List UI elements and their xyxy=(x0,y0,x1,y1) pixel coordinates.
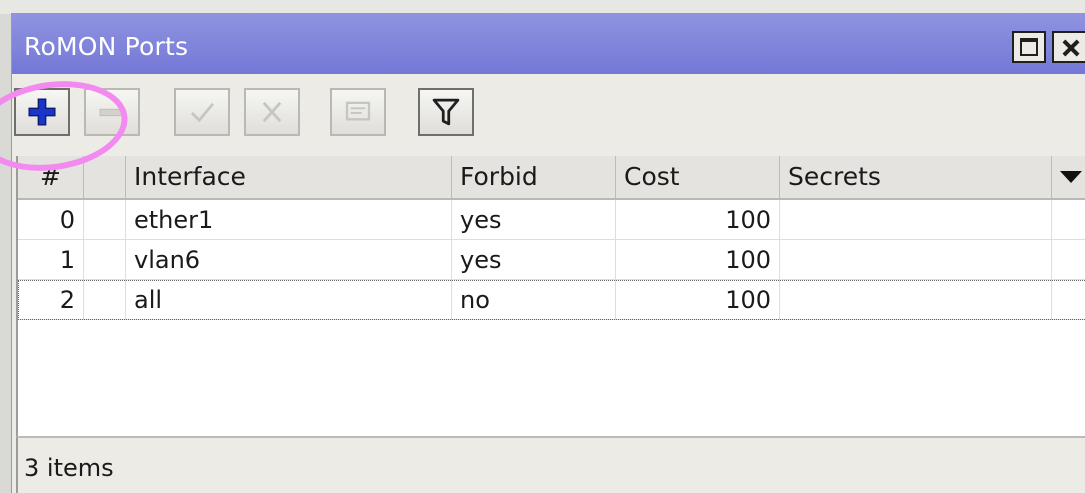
row-number: 2 xyxy=(18,280,84,320)
column-header-secrets[interactable]: Secrets xyxy=(780,156,1052,198)
minus-icon xyxy=(99,108,125,117)
column-header-cost[interactable]: Cost xyxy=(616,156,780,198)
title-bar[interactable]: RoMON Ports xyxy=(12,14,1085,74)
enable-button[interactable] xyxy=(174,88,230,136)
row-secrets xyxy=(780,200,1052,240)
plus-icon xyxy=(28,98,56,126)
column-header-forbid[interactable]: Forbid xyxy=(452,156,616,198)
row-number: 0 xyxy=(18,200,84,240)
chevron-down-icon xyxy=(1060,171,1082,183)
row-flags xyxy=(84,200,126,240)
row-forbid: no xyxy=(452,280,616,320)
row-flags xyxy=(84,240,126,280)
column-header-flags[interactable] xyxy=(84,156,126,198)
row-secrets xyxy=(780,240,1052,280)
row-cost: 100 xyxy=(616,280,780,320)
row-interface: all xyxy=(126,280,452,320)
add-button[interactable] xyxy=(14,88,70,136)
row-secrets xyxy=(780,280,1052,320)
remove-button[interactable] xyxy=(84,88,140,136)
column-menu-button[interactable] xyxy=(1052,156,1085,198)
column-header-interface[interactable]: Interface xyxy=(126,156,452,198)
item-count: 3 items xyxy=(24,454,114,482)
table-row[interactable]: 0 ether1 yes 100 xyxy=(18,200,1085,240)
row-number: 1 xyxy=(18,240,84,280)
comment-icon xyxy=(345,101,371,121)
row-forbid: yes xyxy=(452,200,616,240)
close-button[interactable] xyxy=(1052,31,1085,63)
filter-button[interactable] xyxy=(418,88,474,136)
table-row[interactable]: 1 vlan6 yes 100 xyxy=(18,240,1085,280)
row-forbid: yes xyxy=(452,240,616,280)
row-cost: 100 xyxy=(616,240,780,280)
status-bar: 3 items xyxy=(16,436,1085,493)
filter-icon xyxy=(432,98,460,126)
row-interface: vlan6 xyxy=(126,240,452,280)
column-header-number[interactable]: # xyxy=(18,156,84,198)
x-icon xyxy=(262,101,282,123)
disable-button[interactable] xyxy=(244,88,300,136)
romon-ports-window: RoMON Ports Find # Interface Forbid Cost… xyxy=(12,14,1085,493)
ports-table: # Interface Forbid Cost Secrets 0 ether1… xyxy=(16,156,1085,436)
maximize-button[interactable] xyxy=(1012,31,1046,63)
table-row[interactable]: 2 all no 100 xyxy=(18,280,1085,320)
row-cost: 100 xyxy=(616,200,780,240)
table-header: # Interface Forbid Cost Secrets xyxy=(18,156,1085,200)
toolbar xyxy=(12,74,1085,204)
window-title: RoMON Ports xyxy=(24,32,189,61)
check-icon xyxy=(190,102,215,123)
desktop-background xyxy=(0,0,1085,14)
row-interface: ether1 xyxy=(126,200,452,240)
row-flags xyxy=(84,280,126,320)
comment-button[interactable] xyxy=(330,88,386,136)
